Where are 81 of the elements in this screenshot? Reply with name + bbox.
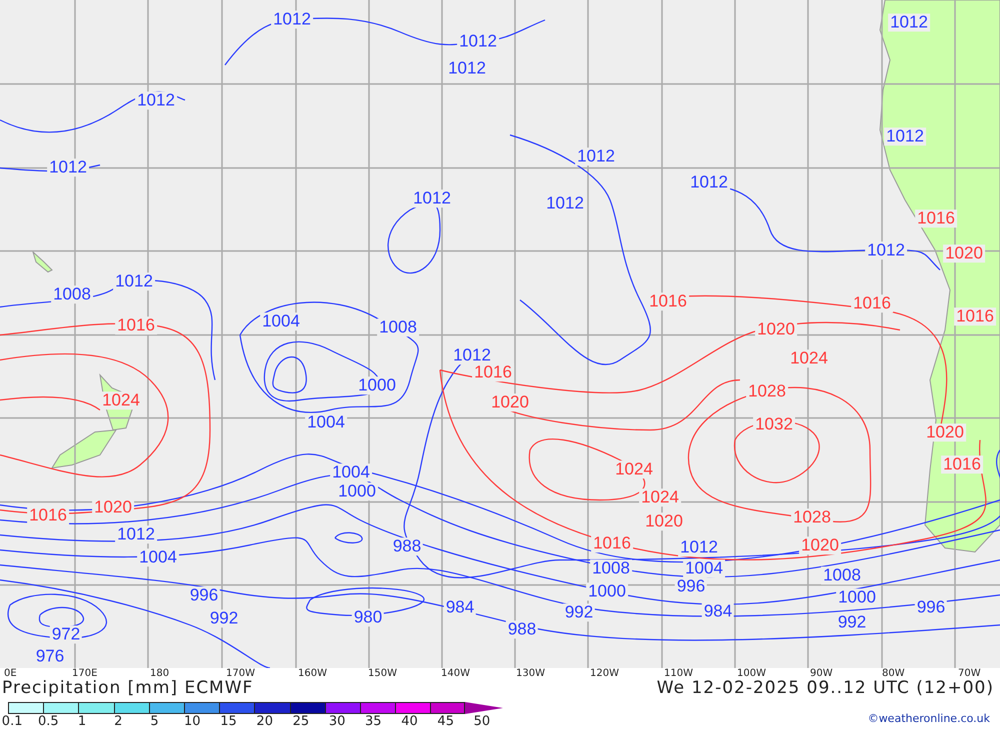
longitude-label: 100W: [737, 668, 766, 679]
legend-value: 15: [220, 714, 237, 730]
isobar-label: 980: [352, 608, 384, 627]
valid-time: We 12-02-2025 09..12 UTC (12+00): [656, 679, 994, 698]
longitude-label: 90W: [810, 668, 833, 679]
isobar-label: 1024: [639, 488, 681, 507]
isobar-label: 1004: [137, 548, 179, 567]
isobar-label: 1024: [100, 392, 142, 410]
isobar-label: 1020: [643, 512, 685, 531]
longitude-label: 70W: [958, 668, 981, 679]
longitude-label: 140W: [441, 668, 470, 679]
isobar-label: 1012: [888, 14, 930, 32]
legend-value: 40: [401, 714, 418, 730]
isobar-label: 1012: [865, 242, 907, 260]
isobar-label: 1016: [851, 294, 893, 313]
isobar-label: 1012: [271, 10, 313, 29]
isobar-label: 1016: [954, 308, 996, 326]
isobar-label: 992: [562, 604, 596, 622]
isobar-label: 984: [444, 598, 476, 617]
isobar-label: 1028: [791, 508, 833, 527]
credit-link[interactable]: ©weatheronline.co.uk: [868, 712, 990, 725]
isobar-label: 1000: [586, 582, 628, 601]
isobar-label: 1004: [683, 560, 725, 578]
legend-value: 30: [328, 714, 346, 730]
isobar-label: 1012: [115, 526, 157, 544]
longitude-label: 110W: [664, 668, 693, 679]
longitude-label: 80W: [882, 668, 905, 679]
isobar-label: 1012: [135, 92, 177, 110]
map-title: Precipitation [mm] ECMWF: [2, 679, 254, 698]
legend-value: 10: [184, 714, 201, 730]
isobar-label: 1020: [489, 394, 531, 412]
isobar-label: 1024: [788, 350, 830, 368]
isobar-label: 988: [506, 620, 538, 639]
isobar-label: 1020: [943, 244, 985, 263]
longitude-label: 0E: [4, 668, 17, 679]
isobar-label: 1012: [411, 190, 453, 208]
isobar-label: 972: [50, 626, 82, 644]
isobar-label: 988: [390, 538, 424, 556]
isobar-label: 1016: [941, 456, 983, 474]
isobar-label: 1020: [924, 424, 966, 442]
isobar-label: 1012: [47, 158, 89, 177]
isobar-label: 1016: [915, 210, 957, 228]
longitude-label: 160W: [298, 668, 327, 679]
isobar-label: 1012: [113, 272, 155, 291]
isobar-label: 1016: [591, 534, 633, 553]
isobar-label: 1012: [451, 346, 493, 365]
isobar-label: 1004: [330, 464, 372, 482]
legend-value: 45: [437, 714, 454, 730]
longitude-label: 150W: [368, 668, 397, 679]
isobar-label: 1012: [688, 174, 730, 192]
longitude-label: 180: [150, 668, 170, 679]
legend-value: 5: [150, 714, 159, 730]
isobar-label: 1016: [115, 316, 157, 335]
isobar-label: 992: [208, 610, 240, 628]
isobar-label: 1016: [472, 364, 514, 382]
isobar-label: 1016: [27, 506, 69, 525]
isobar-label: 1008: [51, 286, 93, 304]
isobar-label: 1020: [755, 320, 797, 339]
isobar-label: 1000: [336, 482, 378, 501]
legend-value: 25: [292, 714, 310, 730]
isobar-label: 1008: [377, 318, 419, 337]
longitude-label: 170W: [226, 668, 255, 679]
isobar-label: 1012: [575, 148, 617, 166]
longitude-label: 170E: [72, 668, 98, 679]
legend-value: 1: [78, 714, 86, 730]
isobar-label: 1012: [884, 128, 926, 146]
legend-value: 20: [256, 714, 273, 730]
longitude-label: 130W: [516, 668, 545, 679]
legend-value: 35: [365, 714, 382, 730]
isobar-label: 1012: [678, 538, 720, 557]
isobar-label: 1008: [821, 566, 863, 585]
legend-value: 0.1: [2, 714, 22, 730]
isobar-label: 1024: [613, 460, 655, 479]
longitude-label: 120W: [590, 668, 619, 679]
legend-value: 50: [474, 714, 490, 730]
isobar-label: 1020: [799, 536, 841, 555]
isobar-label: 1004: [260, 312, 302, 331]
legend-value: 0.5: [38, 714, 59, 730]
isobar-label: 1016: [647, 292, 689, 311]
legend-value: 2: [114, 714, 122, 730]
isobar-label: 1000: [356, 376, 398, 395]
